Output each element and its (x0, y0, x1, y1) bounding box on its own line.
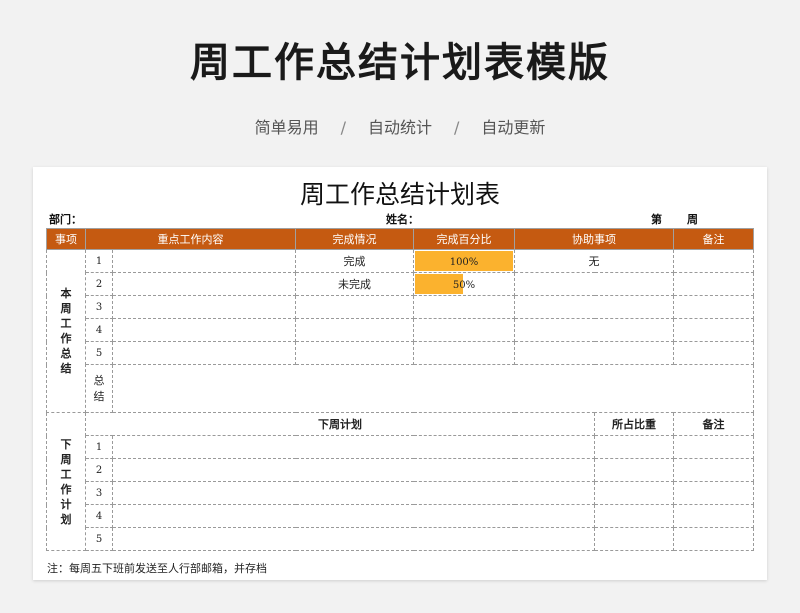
row-number: 2 (85, 272, 113, 296)
name-label: 姓名： (386, 213, 419, 226)
next-note-header: 备注 (673, 412, 754, 436)
row-number: 1 (85, 435, 113, 459)
note-cell[interactable] (673, 318, 754, 342)
table-row: 2 未完成 50% (47, 272, 754, 296)
tag-auto-stat: 自动统计 (367, 118, 432, 137)
assist-cell[interactable] (514, 272, 674, 296)
summary-table: 事项 重点工作内容 完成情况 完成百分比 协助事项 备注 本周工作总结 1 完成… (46, 228, 754, 551)
dept-label: 部门： (49, 213, 82, 226)
table-header: 事项 重点工作内容 完成情况 完成百分比 协助事项 备注 (46, 228, 754, 250)
tag-easy: 简单易用 (254, 118, 319, 137)
content-cell[interactable] (112, 249, 296, 273)
next-plan-header: 下周计划 (85, 412, 595, 436)
percent-cell[interactable]: 50% (413, 272, 515, 296)
content-cell[interactable] (112, 318, 296, 342)
note-cell[interactable] (673, 527, 754, 551)
row-number: 5 (85, 527, 113, 551)
content-cell[interactable] (112, 341, 296, 365)
weight-cell[interactable] (594, 481, 674, 505)
tag-auto-update: 自动更新 (481, 118, 546, 137)
col-header: 备注 (673, 228, 754, 250)
note-cell[interactable] (673, 295, 754, 319)
table-row: 5 (47, 341, 754, 365)
weight-header: 所占比重 (594, 412, 674, 436)
percent-cell[interactable] (413, 295, 515, 319)
footnote: 注：每周五下班前发送至人行部邮箱，并存档 (47, 562, 267, 575)
table-row: 4 (47, 318, 754, 342)
status-cell[interactable]: 未完成 (295, 272, 414, 296)
plan-cell[interactable] (112, 481, 595, 505)
status-cell[interactable]: 完成 (295, 249, 414, 273)
note-cell[interactable] (673, 341, 754, 365)
col-header: 事项 (46, 228, 86, 250)
percent-text: 100% (449, 256, 479, 268)
assist-cell[interactable] (514, 341, 674, 365)
weight-cell[interactable] (594, 504, 674, 528)
summary-row: 总结 (47, 364, 754, 413)
feature-tags: 简单易用 / 自动统计 / 自动更新 (0, 114, 800, 138)
tag-separator: / (340, 118, 346, 137)
plan-cell[interactable] (112, 435, 595, 459)
summary-label: 总结 (85, 364, 113, 413)
table-row: 4 (47, 504, 754, 528)
col-header: 完成情况 (295, 228, 414, 250)
col-header: 协助事项 (514, 228, 674, 250)
table-row: 3 (47, 481, 754, 505)
content-cell[interactable] (112, 272, 296, 296)
note-cell[interactable] (673, 272, 754, 296)
note-cell[interactable] (673, 249, 754, 273)
assist-cell[interactable]: 无 (514, 249, 674, 273)
note-cell[interactable] (673, 481, 754, 505)
weight-cell[interactable] (594, 435, 674, 459)
table-row: 5 (47, 527, 754, 551)
weight-cell[interactable] (594, 458, 674, 482)
note-cell[interactable] (673, 458, 754, 482)
next-week-label: 下周工作计划 (46, 412, 86, 551)
plan-cell[interactable] (112, 458, 595, 482)
row-number: 5 (85, 341, 113, 365)
this-week-label: 本周工作总结 (46, 249, 86, 413)
week-prefix: 第 (651, 213, 662, 226)
table-row: 2 (47, 458, 754, 482)
status-cell[interactable] (295, 295, 414, 319)
summary-cell[interactable] (112, 364, 754, 413)
status-cell[interactable] (295, 341, 414, 365)
table-row: 本周工作总结 1 完成 100% 无 (46, 249, 754, 413)
assist-cell[interactable] (514, 318, 674, 342)
col-header: 完成百分比 (413, 228, 515, 250)
spreadsheet-preview: 周工作总结计划表 部门： 姓名： 第 周 事项 重点工作内容 完成情况 完成百分… (33, 167, 767, 580)
note-cell[interactable] (673, 435, 754, 459)
row-number: 4 (85, 318, 113, 342)
page-title: 周工作总结计划表模版 (190, 40, 610, 86)
row-number: 3 (85, 295, 113, 319)
percent-cell[interactable] (413, 318, 515, 342)
row-number: 1 (85, 249, 113, 273)
assist-cell[interactable] (514, 295, 674, 319)
status-cell[interactable] (295, 318, 414, 342)
content-cell[interactable] (112, 295, 296, 319)
row-number: 2 (85, 458, 113, 482)
weight-cell[interactable] (594, 527, 674, 551)
table-row: 3 (47, 295, 754, 319)
tag-separator: / (454, 118, 460, 137)
plan-cell[interactable] (112, 527, 595, 551)
sheet-title: 周工作总结计划表 (299, 180, 500, 209)
percent-cell[interactable] (413, 341, 515, 365)
row-number: 3 (85, 481, 113, 505)
percent-cell[interactable]: 100% (413, 249, 515, 273)
table-row: 1 (47, 435, 754, 459)
plan-cell[interactable] (112, 504, 595, 528)
note-cell[interactable] (673, 504, 754, 528)
percent-text: 50% (452, 279, 476, 291)
next-week-header: 下周工作计划 下周计划 所占比重 备注 (46, 412, 754, 551)
row-number: 4 (85, 504, 113, 528)
week-suffix: 周 (687, 213, 698, 226)
col-header: 重点工作内容 (85, 228, 296, 250)
